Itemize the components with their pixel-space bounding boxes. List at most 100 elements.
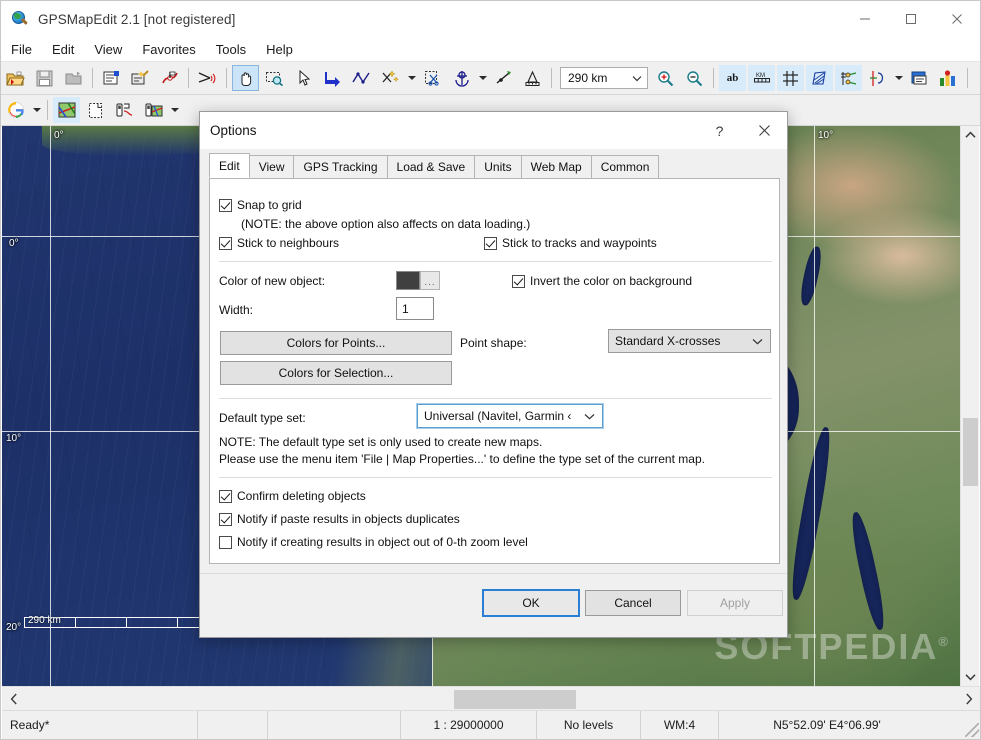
create-polyline-icon[interactable]	[348, 65, 375, 91]
notify-paste-checkbox[interactable]: Notify if paste results in objects dupli…	[219, 512, 460, 526]
menu-file[interactable]: File	[1, 39, 42, 60]
checkbox-box	[219, 199, 232, 212]
color-browse-button[interactable]: ...	[420, 271, 440, 290]
select-tool-icon[interactable]	[290, 65, 317, 91]
cancel-button[interactable]: Cancel	[585, 590, 681, 616]
chevron-right-icon[interactable]	[959, 687, 979, 711]
tab-view[interactable]: View	[248, 155, 295, 178]
menu-edit[interactable]: Edit	[42, 39, 84, 60]
anchor-dropdown-icon[interactable]	[476, 65, 489, 91]
statistics-icon[interactable]	[935, 65, 962, 91]
menu-view[interactable]: View	[84, 39, 132, 60]
map-layer-icon[interactable]	[53, 97, 80, 123]
point-shape-label: Point shape:	[460, 336, 527, 350]
tab-common[interactable]: Common	[590, 155, 660, 178]
gps-upload-icon[interactable]	[140, 97, 167, 123]
main-toolbar: 290 km ab KM	[1, 62, 980, 95]
labels-toggle-icon[interactable]: ab	[719, 65, 746, 91]
stick-to-tracks-checkbox[interactable]: Stick to tracks and waypoints	[484, 236, 657, 250]
tab-edit[interactable]: Edit	[209, 153, 250, 178]
colors-for-points-button[interactable]: Colors for Points...	[220, 331, 452, 355]
tab-load-save[interactable]: Load & Save	[386, 155, 476, 178]
chevron-left-icon[interactable]	[4, 687, 24, 711]
color-swatch[interactable]	[396, 271, 420, 290]
open-file-icon[interactable]	[2, 65, 29, 91]
maximize-icon[interactable]	[888, 1, 934, 37]
tab-gps-tracking[interactable]: GPS Tracking	[293, 155, 388, 178]
pan-tool-icon[interactable]	[232, 65, 259, 91]
legend-icon[interactable]	[906, 65, 933, 91]
gps-download-icon[interactable]	[111, 97, 138, 123]
create-point-dropdown-icon[interactable]	[405, 65, 418, 91]
chevron-down-icon[interactable]	[627, 75, 647, 82]
menu-tools[interactable]: Tools	[206, 39, 256, 60]
default-type-set-combo[interactable]: Universal (Navitel, Garmin ‹	[416, 403, 604, 429]
new-map-icon[interactable]	[82, 97, 109, 123]
snap-to-grid-checkbox[interactable]: Snap to grid	[219, 198, 302, 212]
close-map-icon[interactable]	[60, 65, 87, 91]
chevron-down-icon[interactable]	[752, 338, 763, 345]
map-wizard-icon[interactable]	[127, 65, 154, 91]
horizontal-scrollbar-thumb[interactable]	[454, 690, 576, 709]
horizontal-scrollbar[interactable]	[2, 686, 980, 711]
zoom-out-icon[interactable]	[681, 65, 708, 91]
status-wm-text: WM:4	[663, 718, 696, 732]
google-maps-icon[interactable]	[2, 97, 29, 123]
confirm-deleting-checkbox[interactable]: Confirm deleting objects	[219, 489, 366, 503]
gps-dropdown-icon[interactable]	[168, 97, 181, 123]
zoom-level-combo[interactable]: 290 km	[560, 67, 648, 89]
map-properties-icon[interactable]	[98, 65, 125, 91]
zoom-select-icon[interactable]	[261, 65, 288, 91]
split-object-icon[interactable]	[419, 65, 446, 91]
chevron-down-icon[interactable]	[584, 413, 595, 420]
tab-units-label: Units	[484, 160, 512, 174]
minimize-icon[interactable]	[842, 1, 888, 37]
ok-button[interactable]: OK	[482, 589, 580, 617]
chevron-up-icon[interactable]	[961, 126, 980, 144]
menu-favorites[interactable]: Favorites	[132, 39, 205, 60]
anchor-tool-icon[interactable]	[448, 65, 475, 91]
checkbox-box	[219, 237, 232, 250]
save-icon[interactable]	[31, 65, 58, 91]
measure-tool-icon[interactable]	[519, 65, 546, 91]
google-maps-dropdown-icon[interactable]	[30, 97, 43, 123]
apply-button[interactable]: Apply	[687, 590, 783, 616]
help-button[interactable]: ?	[697, 112, 742, 149]
levels-icon[interactable]	[864, 65, 891, 91]
title-bar: GPSMapEdit 2.1 [not registered]	[1, 1, 980, 37]
chevron-down-icon[interactable]	[961, 668, 980, 686]
colors-for-selection-button[interactable]: Colors for Selection...	[220, 361, 452, 385]
vertical-scrollbar[interactable]	[960, 126, 979, 686]
stick-to-neighbours-checkbox[interactable]: Stick to neighbours	[219, 236, 339, 250]
menu-help[interactable]: Help	[256, 39, 303, 60]
width-input[interactable]: 1	[396, 297, 434, 320]
invert-color-label: Invert the color on background	[530, 274, 693, 288]
dialog-close-icon[interactable]	[742, 112, 787, 149]
point-shape-combo[interactable]: Standard X-crosses	[608, 329, 771, 353]
zoom-in-icon[interactable]	[652, 65, 679, 91]
vertical-scrollbar-thumb[interactable]	[963, 418, 978, 486]
create-polygon-icon[interactable]	[319, 65, 346, 91]
nodes-toggle-icon[interactable]	[835, 65, 862, 91]
invert-color-checkbox[interactable]: Invert the color on background	[512, 274, 692, 288]
insert-node-icon[interactable]	[490, 65, 517, 91]
hatch-toggle-icon[interactable]	[806, 65, 833, 91]
tab-gps-tracking-label: GPS Tracking	[303, 160, 378, 174]
route-edit-icon[interactable]	[156, 65, 183, 91]
toolbar-separator	[47, 100, 48, 120]
notify-creating-checkbox[interactable]: Notify if creating results in object out…	[219, 535, 528, 549]
tab-web-map[interactable]: Web Map	[520, 155, 592, 178]
scale-bar-toggle-icon[interactable]: KM	[748, 65, 775, 91]
tab-units[interactable]: Units	[474, 155, 522, 178]
grid-meridian-0	[50, 126, 51, 686]
notify-paste-label: Notify if paste results in objects dupli…	[237, 512, 460, 526]
levels-dropdown-icon[interactable]	[892, 65, 905, 91]
type-set-note-line-1: NOTE: The default type set is only used …	[219, 435, 543, 449]
close-icon[interactable]	[934, 1, 980, 37]
create-point-icon[interactable]	[377, 65, 404, 91]
resize-grip-icon[interactable]	[965, 723, 979, 737]
grid-toggle-icon[interactable]	[777, 65, 804, 91]
status-ready-text: Ready*	[10, 718, 50, 732]
cut-tool-icon[interactable]	[194, 65, 221, 91]
map-scale-label: 290 km	[28, 615, 61, 626]
